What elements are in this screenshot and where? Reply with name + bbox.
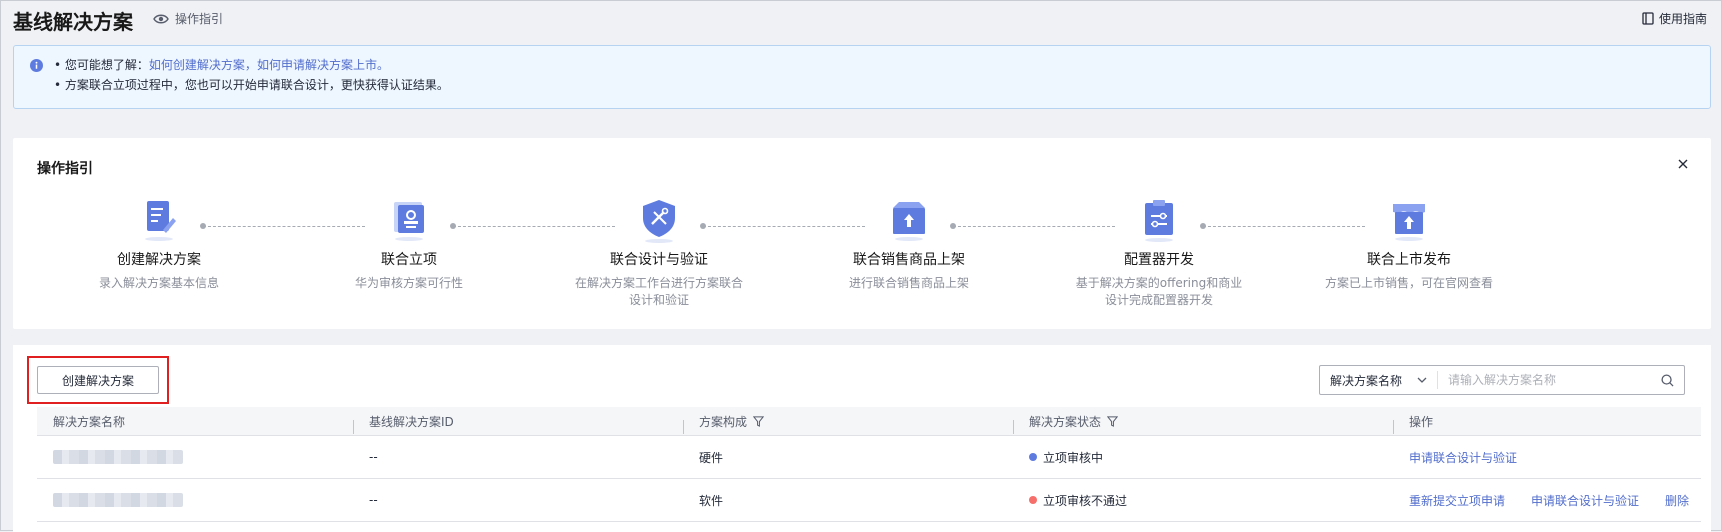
solution-id-cell: -- (369, 493, 378, 507)
close-icon[interactable] (1677, 158, 1689, 170)
stamp-icon (394, 202, 424, 241)
notice-separator: ， (244, 58, 257, 72)
eye-icon (153, 14, 169, 23)
step-description: 方案已上市销售，可在官网查看 (1324, 276, 1493, 290)
status-dot (1029, 496, 1037, 504)
help-link-label: 使用指南 (1658, 12, 1707, 26)
column-label: 解决方案状态 (1029, 414, 1102, 429)
info-notice: • 您可能想了解：如何创建解决方案，如何申请解决方案上市。 • 方案联合立项过程… (13, 45, 1711, 109)
step-description: 在解决方案工作台进行方案联合 设计和验证 (574, 276, 743, 307)
how-to-launch-link[interactable]: 如何申请解决方案上市 (257, 58, 377, 72)
solution-id-cell: -- (369, 450, 378, 464)
status-cell: 立项审核不通过 (1013, 492, 1393, 509)
step-title: 联合立项 (381, 252, 437, 268)
status-text: 立项审核中 (1043, 450, 1104, 465)
solution-table: 解决方案名称 基线解决方案ID 方案构成 解决方案状态 操作 -- 硬件 立项审… (37, 407, 1701, 522)
guide-title: 操作指引 (37, 161, 93, 177)
table-row: -- 硬件 立项审核中 申请联合设计与验证 (37, 436, 1701, 479)
step-title: 联合上市发布 (1367, 252, 1451, 268)
composition-cell: 软件 (699, 493, 724, 508)
guide-step-create: 创建解决方案 录入解决方案基本信息 (49, 196, 269, 292)
guide-link-label: 操作指引 (175, 12, 224, 26)
apply-joint-design-link[interactable]: 申请联合设计与验证 (1531, 492, 1639, 509)
column-header-name: 解决方案名称 (37, 413, 353, 430)
guide-step-listing: 联合销售商品上架 进行联合销售商品上架 (799, 196, 1019, 292)
notice-line-2: • 方案联合立项过程中，您也可以开始申请联合设计，更快获得认证结果。 (54, 78, 449, 92)
notice-suffix: 。 (376, 58, 389, 72)
book-icon (1642, 12, 1654, 25)
column-label: 解决方案名称 (53, 414, 126, 429)
blurred-solution-name[interactable] (53, 493, 183, 507)
solution-name-cell (37, 493, 353, 507)
blurred-solution-name[interactable] (53, 450, 183, 464)
resubmit-approval-link[interactable]: 重新提交立项申请 (1409, 492, 1505, 509)
clipboard-config-icon (1145, 200, 1173, 242)
store-publish-icon (1393, 204, 1425, 241)
document-edit-icon (145, 201, 176, 241)
status-dot (1029, 453, 1037, 461)
search-input[interactable] (1438, 373, 1661, 387)
chevron-down-icon (1417, 377, 1427, 383)
guide-step-approval: 联合立项 华为审核方案可行性 (299, 196, 519, 292)
table-header: 解决方案名称 基线解决方案ID 方案构成 解决方案状态 操作 (37, 407, 1701, 436)
notice-prefix: • 您可能想了解： (54, 58, 149, 72)
solution-name-cell (37, 450, 353, 464)
search-icon[interactable] (1661, 373, 1674, 387)
step-description: 录入解决方案基本信息 (98, 276, 219, 290)
column-header-composition: 方案构成 (683, 413, 1013, 434)
actions-cell: 申请联合设计与验证 (1393, 449, 1701, 466)
operation-guide-card: 操作指引 创建解决方案 录入解决方案基本信息 联合立项 华为审核方案可行性 联合… (13, 138, 1711, 329)
step-title: 配置器开发 (1124, 252, 1194, 268)
guide-step-design-verify: 联合设计与验证 在解决方案工作台进行方案联合 设计和验证 (549, 196, 769, 309)
step-description: 进行联合销售商品上架 (848, 276, 969, 290)
apply-joint-design-link[interactable]: 申请联合设计与验证 (1409, 449, 1517, 466)
search-box: 解决方案名称 (1319, 365, 1685, 395)
table-row: -- 软件 立项审核不通过 重新提交立项申请 申请联合设计与验证 删除 (37, 479, 1701, 522)
column-label: 方案构成 (699, 414, 748, 429)
create-solution-button[interactable]: 创建解决方案 (37, 366, 159, 394)
search-field-select[interactable]: 解决方案名称 (1320, 371, 1438, 389)
step-title: 创建解决方案 (117, 252, 201, 268)
column-header-id: 基线解决方案ID (353, 413, 683, 434)
search-field-label: 解决方案名称 (1330, 373, 1403, 388)
status-text: 立项审核不通过 (1043, 493, 1128, 508)
notice-line-1: • 您可能想了解：如何创建解决方案，如何申请解决方案上市。 (54, 56, 389, 73)
box-upload-icon (893, 202, 925, 241)
guide-step-configurator: 配置器开发 基于解决方案的offering和商业 设计完成配置器开发 (1049, 196, 1269, 309)
step-title: 联合销售商品上架 (853, 252, 965, 268)
info-icon (30, 59, 43, 72)
page-header: 基线解决方案 操作指引 使用指南 (1, 1, 1721, 39)
solution-list-card: 创建解决方案 解决方案名称 解决方案名称 基线解决方案ID 方案构成 解决方 (13, 345, 1711, 532)
column-label: 基线解决方案ID (369, 414, 454, 429)
page-title: 基线解决方案 (13, 10, 133, 34)
how-to-create-link[interactable]: 如何创建解决方案 (149, 58, 245, 72)
column-label: 操作 (1409, 414, 1434, 429)
step-description: 基于解决方案的offering和商业 设计完成配置器开发 (1075, 276, 1243, 307)
help-guide-link[interactable]: 使用指南 (1642, 10, 1707, 27)
filter-icon[interactable] (1107, 415, 1119, 427)
filter-icon[interactable] (753, 415, 765, 427)
step-description: 华为审核方案可行性 (354, 276, 463, 290)
delete-link[interactable]: 删除 (1665, 492, 1689, 509)
status-cell: 立项审核中 (1013, 449, 1393, 466)
composition-cell: 硬件 (699, 450, 724, 465)
column-header-actions: 操作 (1393, 413, 1701, 434)
column-header-status: 解决方案状态 (1013, 413, 1393, 434)
guide-step-publish: 联合上市发布 方案已上市销售，可在官网查看 (1299, 196, 1519, 292)
actions-cell: 重新提交立项申请 申请联合设计与验证 删除 (1393, 492, 1701, 509)
shield-tools-icon (643, 200, 675, 243)
guide-toggle-link[interactable]: 操作指引 (153, 10, 223, 27)
step-title: 联合设计与验证 (610, 252, 708, 268)
